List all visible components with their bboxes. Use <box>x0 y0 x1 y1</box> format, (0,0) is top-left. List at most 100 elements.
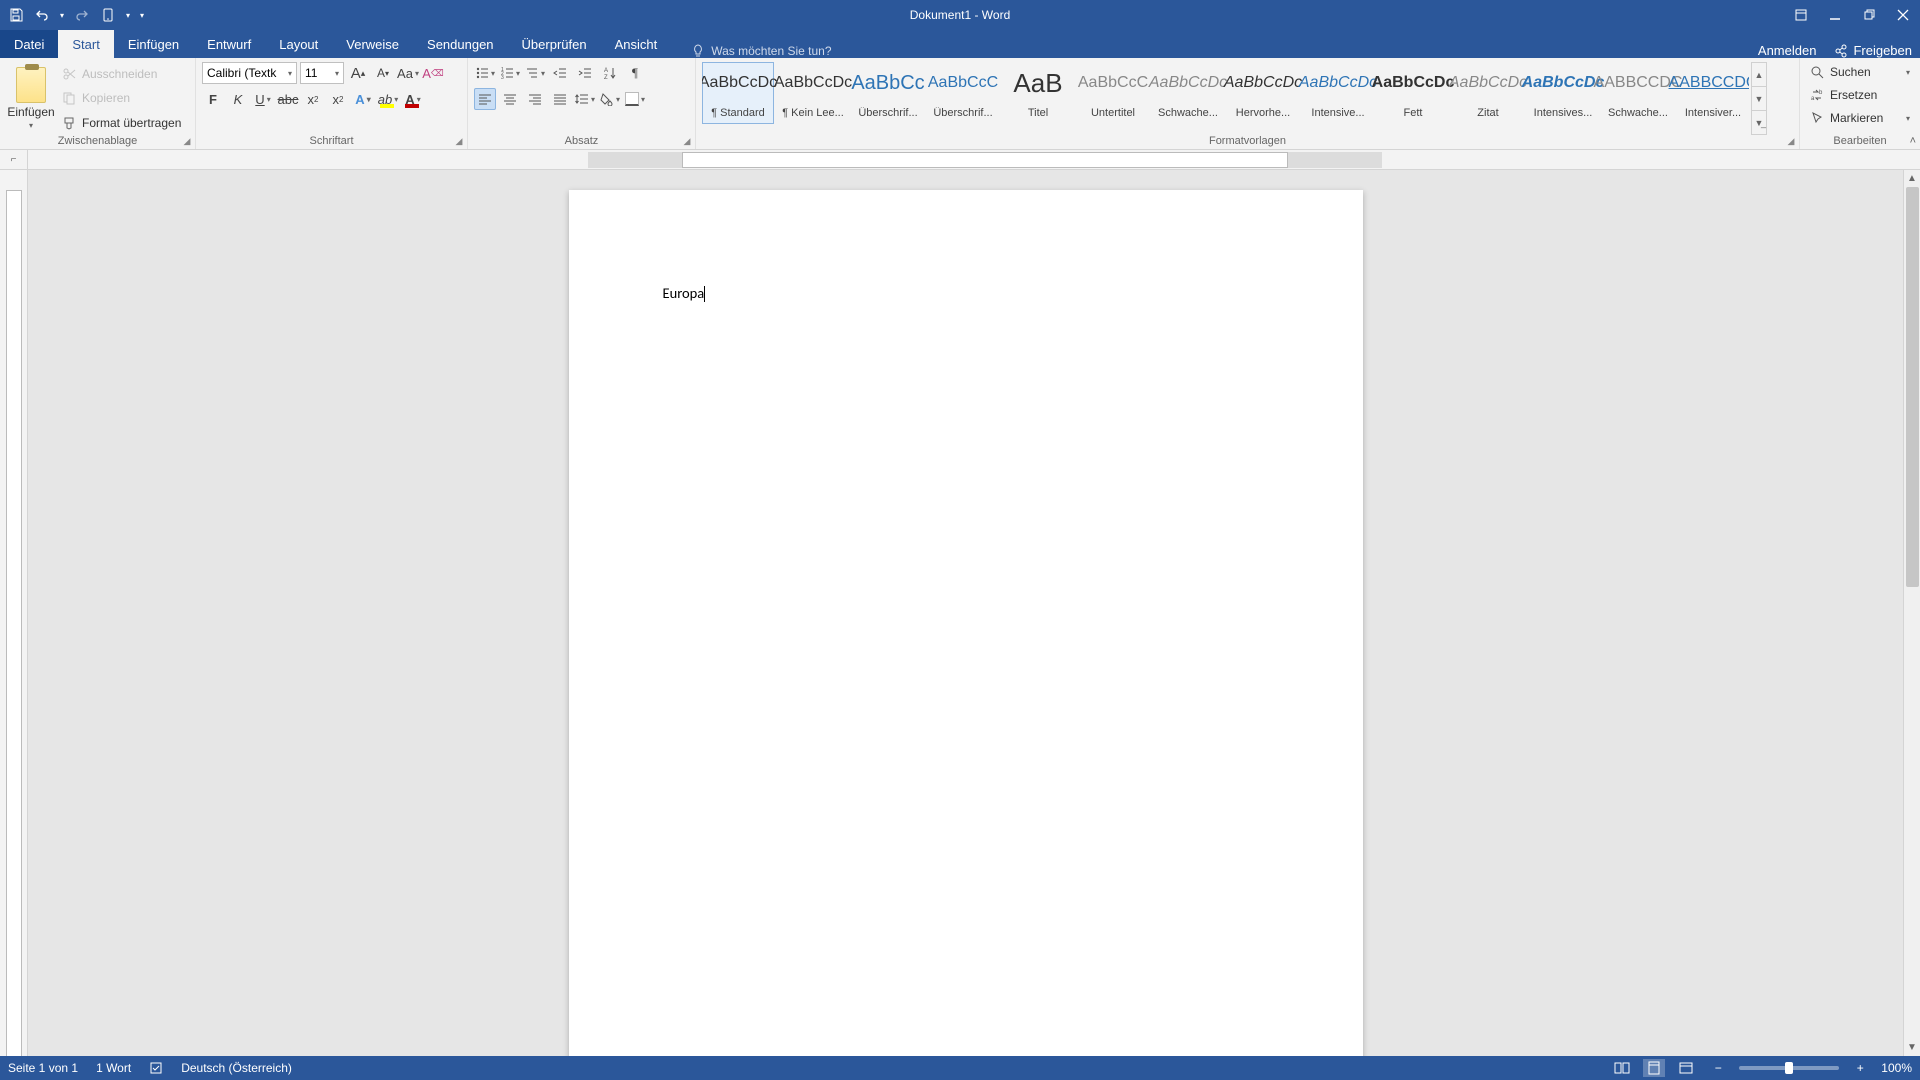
collapse-ribbon-button[interactable]: ˄ <box>1910 135 1916 147</box>
font-launcher[interactable]: ◢ <box>453 135 465 147</box>
copy-button[interactable]: Kopieren <box>62 88 181 108</box>
tab-start[interactable]: Start <box>58 30 113 58</box>
cut-button[interactable]: Ausschneiden <box>62 64 181 84</box>
scroll-down[interactable]: ▼ <box>1904 1039 1920 1056</box>
replace-button[interactable]: ab Ersetzen <box>1806 85 1914 105</box>
tab-layout[interactable]: Layout <box>265 30 332 58</box>
tab-sendungen[interactable]: Sendungen <box>413 30 508 58</box>
status-wordcount[interactable]: 1 Wort <box>96 1061 131 1075</box>
bullets-button[interactable]: ▾ <box>474 62 496 84</box>
status-language[interactable]: Deutsch (Österreich) <box>181 1061 292 1075</box>
style-item-4[interactable]: AaBTitel <box>1002 62 1074 124</box>
tab-selector[interactable]: ⌐ <box>0 150 28 170</box>
clipboard-launcher[interactable]: ◢ <box>181 135 193 147</box>
multilevel-button[interactable]: ▾ <box>524 62 546 84</box>
zoom-in-button[interactable]: + <box>1849 1059 1871 1077</box>
justify-button[interactable] <box>549 88 571 110</box>
paragraph-launcher[interactable]: ◢ <box>681 135 693 147</box>
numbering-button[interactable]: 123▾ <box>499 62 521 84</box>
format-painter-button[interactable]: Format übertragen <box>62 113 181 133</box>
styles-launcher[interactable]: ◢ <box>1785 135 1797 147</box>
tab-datei[interactable]: Datei <box>0 30 58 58</box>
clear-format-button[interactable]: A⌫ <box>422 62 444 84</box>
undo-button[interactable] <box>30 3 54 27</box>
paste-button[interactable]: Einfügen ▾ <box>6 62 56 135</box>
vertical-ruler[interactable] <box>0 170 28 1056</box>
styles-scroll-down[interactable]: ▼ <box>1752 87 1766 111</box>
style-item-3[interactable]: AaBbCcCÜberschrif... <box>927 62 999 124</box>
tell-me-search[interactable]: Was möchten Sie tun? <box>691 44 831 58</box>
decrease-indent-button[interactable] <box>549 62 571 84</box>
read-mode-button[interactable] <box>1611 1059 1633 1077</box>
print-layout-button[interactable] <box>1643 1059 1665 1077</box>
style-item-13[interactable]: AABBCCDCIntensiver... <box>1677 62 1749 124</box>
restore-button[interactable] <box>1852 0 1886 30</box>
shrink-font-button[interactable]: A▾ <box>372 62 394 84</box>
show-marks-button[interactable]: ¶ <box>624 62 646 84</box>
font-name-combo[interactable]: Calibri (Textk▾ <box>202 62 297 84</box>
bold-button[interactable]: F <box>202 88 224 110</box>
status-page[interactable]: Seite 1 von 1 <box>8 1061 78 1075</box>
sort-button[interactable]: AZ <box>599 62 621 84</box>
tab-ansicht[interactable]: Ansicht <box>601 30 672 58</box>
save-button[interactable] <box>4 3 28 27</box>
shading-button[interactable]: ▾ <box>599 88 621 110</box>
share-button[interactable]: Freigeben <box>1834 43 1912 58</box>
style-item-12[interactable]: AABBCCDCSchwache... <box>1602 62 1674 124</box>
align-left-button[interactable] <box>474 88 496 110</box>
tab-entwurf[interactable]: Entwurf <box>193 30 265 58</box>
align-right-button[interactable] <box>524 88 546 110</box>
style-item-5[interactable]: AaBbCcCUntertitel <box>1077 62 1149 124</box>
highlight-button[interactable]: ab▾ <box>377 88 399 110</box>
style-item-8[interactable]: AaBbCcDcIntensive... <box>1302 62 1374 124</box>
status-proofing[interactable] <box>149 1061 163 1075</box>
vertical-scrollbar[interactable]: ▲ ▼ <box>1903 170 1920 1056</box>
style-item-11[interactable]: AaBbCcDcIntensives... <box>1527 62 1599 124</box>
subscript-button[interactable]: x2 <box>302 88 324 110</box>
sign-in-link[interactable]: Anmelden <box>1758 43 1817 58</box>
minimize-button[interactable] <box>1818 0 1852 30</box>
ribbon-display-button[interactable] <box>1784 0 1818 30</box>
tab-verweise[interactable]: Verweise <box>332 30 413 58</box>
align-center-button[interactable] <box>499 88 521 110</box>
zoom-slider[interactable] <box>1739 1066 1839 1070</box>
style-item-1[interactable]: AaBbCcDc¶ Kein Lee... <box>777 62 849 124</box>
grow-font-button[interactable]: A▴ <box>347 62 369 84</box>
tab-überprüfen[interactable]: Überprüfen <box>508 30 601 58</box>
line-spacing-button[interactable]: ▾ <box>574 88 596 110</box>
close-button[interactable] <box>1886 0 1920 30</box>
page[interactable]: Europa <box>569 190 1363 1056</box>
borders-button[interactable]: ▾ <box>624 88 646 110</box>
font-size-combo[interactable]: 11▾ <box>300 62 344 84</box>
select-button[interactable]: Markieren▾ <box>1806 108 1914 128</box>
undo-dropdown[interactable]: ▾ <box>56 3 68 27</box>
touch-mode-button[interactable] <box>96 3 120 27</box>
text-effects-button[interactable]: A▾ <box>352 88 374 110</box>
document-canvas[interactable]: Europa <box>28 170 1903 1056</box>
underline-button[interactable]: U▾ <box>252 88 274 110</box>
style-item-7[interactable]: AaBbCcDcHervorhe... <box>1227 62 1299 124</box>
zoom-level[interactable]: 100% <box>1881 1061 1912 1075</box>
style-item-6[interactable]: AaBbCcDcSchwache... <box>1152 62 1224 124</box>
styles-scroll-up[interactable]: ▲ <box>1752 63 1766 87</box>
web-layout-button[interactable] <box>1675 1059 1697 1077</box>
zoom-out-button[interactable]: − <box>1707 1059 1729 1077</box>
style-item-2[interactable]: AaBbCcÜberschrif... <box>852 62 924 124</box>
change-case-button[interactable]: Aa▾ <box>397 62 419 84</box>
find-button[interactable]: Suchen▾ <box>1806 62 1914 82</box>
increase-indent-button[interactable] <box>574 62 596 84</box>
font-color-button[interactable]: A▾ <box>402 88 424 110</box>
touch-dropdown[interactable]: ▾ <box>122 3 134 27</box>
styles-expand[interactable]: ▼̲ <box>1752 111 1766 134</box>
superscript-button[interactable]: x2 <box>327 88 349 110</box>
scroll-up[interactable]: ▲ <box>1904 170 1920 187</box>
tab-einfügen[interactable]: Einfügen <box>114 30 193 58</box>
style-item-9[interactable]: AaBbCcDcFett <box>1377 62 1449 124</box>
zoom-slider-thumb[interactable] <box>1785 1062 1793 1074</box>
qat-customize[interactable]: ▾ <box>136 3 148 27</box>
strike-button[interactable]: abc <box>277 88 299 110</box>
style-item-0[interactable]: AaBbCcDc¶ Standard <box>702 62 774 124</box>
scroll-thumb[interactable] <box>1906 187 1919 587</box>
italic-button[interactable]: K <box>227 88 249 110</box>
style-item-10[interactable]: AaBbCcDcZitat <box>1452 62 1524 124</box>
